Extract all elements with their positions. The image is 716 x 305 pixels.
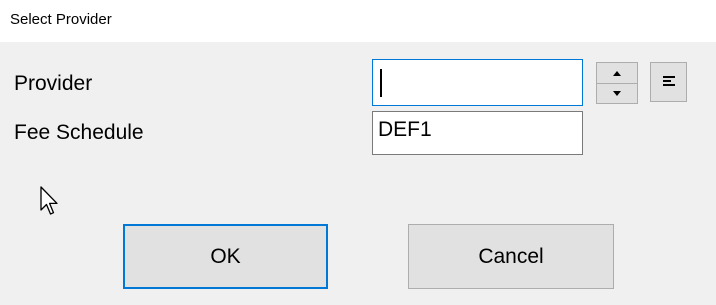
provider-label: Provider: [14, 72, 93, 95]
provider-list-button[interactable]: [650, 62, 687, 102]
mouse-pointer-icon: [40, 186, 58, 215]
text-caret: [380, 69, 382, 97]
dialog-body: Provider Fee Schedule DEF1 OK Cancel: [0, 42, 716, 305]
fee-schedule-input[interactable]: DEF1: [372, 111, 583, 155]
chevron-down-icon: [613, 90, 621, 96]
list-icon: [663, 76, 675, 90]
fee-schedule-label: Fee Schedule: [14, 121, 144, 144]
spin-up-button[interactable]: [597, 63, 637, 84]
fee-schedule-input-value: DEF1: [378, 118, 432, 141]
chevron-up-icon: [613, 70, 621, 76]
ok-button[interactable]: OK: [123, 224, 328, 289]
cancel-button[interactable]: Cancel: [408, 224, 614, 289]
title-bar: Select Provider: [0, 0, 716, 42]
provider-spinner[interactable]: [596, 62, 638, 104]
spin-down-button[interactable]: [597, 83, 637, 103]
provider-input[interactable]: [372, 59, 583, 106]
window-title: Select Provider: [10, 11, 112, 28]
